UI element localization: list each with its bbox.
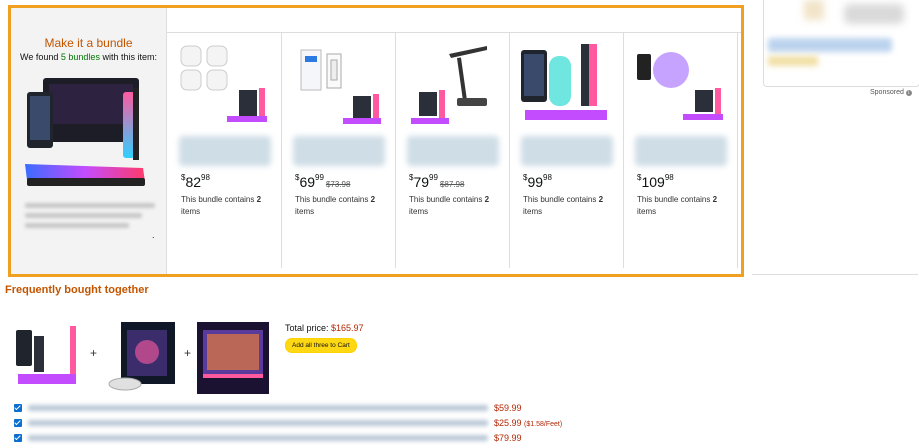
fbt-row: $25.99 ($1.58/Feet) bbox=[14, 418, 562, 430]
bundle-title: Make it a bundle bbox=[44, 36, 133, 50]
bundle-description: This bundle contains 2 items bbox=[637, 195, 718, 216]
bundle-card-image[interactable] bbox=[633, 40, 727, 126]
bundle-subtitle-suffix: with this item: bbox=[99, 52, 157, 62]
bundle-widget: Make it a bundle We found 5 bundles with… bbox=[8, 5, 744, 277]
bundle-card-image[interactable] bbox=[405, 40, 499, 126]
checkbox[interactable] bbox=[14, 419, 22, 427]
sponsored-label[interactable]: Sponsored i bbox=[870, 89, 912, 96]
bundle-description: This bundle contains 2 items bbox=[409, 195, 490, 216]
total-price: Total price: $165.97 bbox=[285, 323, 364, 333]
bundle-card-image[interactable] bbox=[177, 40, 271, 126]
fbt-title: Frequently bought together bbox=[5, 284, 149, 296]
fbt-row-price: $25.99 ($1.58/Feet) bbox=[494, 418, 563, 428]
fbt-product-title-blurred[interactable] bbox=[28, 435, 488, 441]
sponsored-ad-card[interactable] bbox=[763, 0, 919, 87]
fbt-row-price: $59.99 bbox=[494, 403, 522, 413]
fbt-row: $79.99 bbox=[14, 433, 554, 445]
bundle-price: $10998 bbox=[637, 173, 674, 190]
bundle-count: 5 bundles bbox=[60, 52, 100, 62]
fbt-product-image-2[interactable] bbox=[105, 322, 177, 394]
bundle-price: $6999$73.98 bbox=[295, 173, 351, 190]
bundle-card-image[interactable] bbox=[291, 40, 385, 126]
bundle-card[interactable]: $6999$73.98 This bundle contains 2 items bbox=[281, 32, 396, 268]
fbt-product-title-blurred[interactable] bbox=[28, 420, 488, 426]
hero-product-image[interactable] bbox=[23, 78, 157, 188]
fbt-row-price: $79.99 bbox=[494, 433, 522, 443]
hero-product-title-blurred[interactable] bbox=[25, 203, 155, 235]
bundle-subtitle: We found 5 bundles with this item: bbox=[11, 52, 166, 62]
fbt-product-image-3[interactable] bbox=[197, 322, 269, 394]
fbt-row: $59.99 bbox=[14, 403, 554, 415]
divider bbox=[752, 274, 918, 275]
bundle-price: $7999$87.98 bbox=[409, 173, 465, 190]
bundle-card[interactable]: $7999$87.98 This bundle contains 2 items bbox=[395, 32, 510, 268]
plus-sign: + bbox=[184, 346, 192, 360]
fbt-product-title-blurred[interactable] bbox=[28, 405, 488, 411]
checkbox[interactable] bbox=[14, 404, 22, 412]
plus-sign: + bbox=[90, 346, 98, 360]
checkbox[interactable] bbox=[14, 434, 22, 442]
fbt-product-image-1[interactable] bbox=[14, 322, 80, 388]
hero-trailing: . bbox=[152, 230, 155, 240]
bundle-price: $9998 bbox=[523, 173, 552, 190]
bundle-subtitle-prefix: We found bbox=[20, 52, 61, 62]
bundle-card[interactable]: $10998 This bundle contains 2 items bbox=[623, 32, 738, 268]
bundle-card[interactable]: $8298 This bundle contains 2 items bbox=[167, 32, 282, 268]
bundle-description: This bundle contains 2 items bbox=[295, 195, 376, 216]
bundle-description: This bundle contains 2 items bbox=[181, 195, 262, 216]
bundle-cards: $8298 This bundle contains 2 items $6999$… bbox=[166, 8, 741, 274]
bundle-description: This bundle contains 2 items bbox=[523, 195, 604, 216]
info-icon[interactable]: i bbox=[905, 90, 912, 96]
bundle-hero-panel[interactable]: Make it a bundle We found 5 bundles with… bbox=[11, 8, 166, 274]
bundle-card-image[interactable] bbox=[519, 40, 613, 126]
bundle-card[interactable]: $9998 This bundle contains 2 items bbox=[509, 32, 624, 268]
total-price-value: $165.97 bbox=[331, 323, 364, 333]
bundle-price: $8298 bbox=[181, 173, 210, 190]
add-all-to-cart-button[interactable]: Add all three to Cart bbox=[285, 338, 357, 353]
